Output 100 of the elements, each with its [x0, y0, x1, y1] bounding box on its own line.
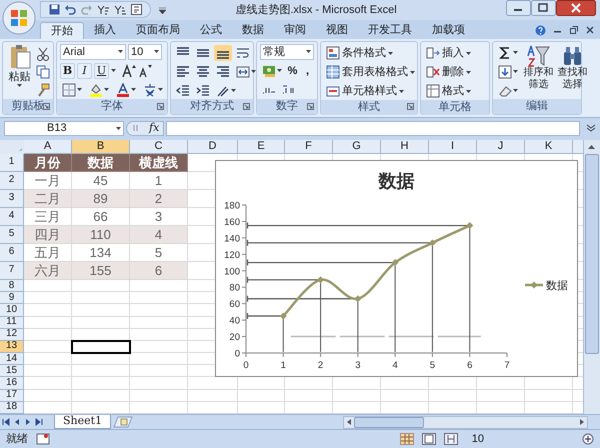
- ribbon-button[interactable]: 删除: [424, 64, 473, 81]
- ribbon-tab[interactable]: 审阅: [274, 22, 316, 39]
- save-icon[interactable]: [49, 4, 60, 16]
- bold-button[interactable]: B: [60, 62, 75, 79]
- dialog-launcher-icon[interactable]: [243, 102, 250, 110]
- row-header[interactable]: 2: [0, 172, 24, 190]
- row-header[interactable]: 7: [0, 262, 24, 280]
- ribbon-button[interactable]: 格式: [424, 82, 473, 100]
- column-header[interactable]: J: [477, 140, 525, 154]
- row-header[interactable]: 8: [0, 280, 24, 292]
- paste-button[interactable]: 粘贴: [6, 44, 33, 99]
- grow-font-icon[interactable]: [122, 64, 136, 78]
- row-header[interactable]: 14: [0, 353, 24, 366]
- autosum-icon[interactable]: [498, 46, 512, 60]
- row-header[interactable]: 16: [0, 377, 24, 390]
- macro-record-icon[interactable]: [36, 433, 50, 445]
- active-cell[interactable]: [72, 340, 130, 354]
- column-header[interactable]: A: [24, 140, 72, 154]
- maximize-button[interactable]: [531, 0, 556, 16]
- ribbon-tab[interactable]: 插入: [84, 22, 126, 39]
- row-header[interactable]: 18: [0, 402, 24, 414]
- restore-icon[interactable]: [570, 26, 578, 34]
- help-icon[interactable]: [535, 24, 546, 36]
- row-header[interactable]: 15: [0, 365, 24, 378]
- column-header[interactable]: H: [381, 140, 429, 154]
- copy-icon[interactable]: [36, 64, 50, 79]
- row-header[interactable]: 10: [0, 304, 24, 317]
- fill-icon[interactable]: [498, 64, 512, 79]
- name-box[interactable]: B13: [4, 120, 124, 136]
- row-header[interactable]: 4: [0, 208, 24, 226]
- ribbon-tab[interactable]: 开发工具: [358, 22, 422, 39]
- close-button[interactable]: [556, 0, 596, 16]
- ribbon-button[interactable]: 查找和选择: [557, 44, 588, 99]
- align-right-icon[interactable]: [216, 64, 230, 79]
- page-break-icon[interactable]: [444, 433, 458, 445]
- fill-color-icon[interactable]: [89, 82, 103, 97]
- column-header[interactable]: B: [72, 140, 130, 154]
- merge-cells-icon[interactable]: [236, 64, 250, 79]
- column-header[interactable]: F: [285, 140, 333, 154]
- increase-indent-icon[interactable]: [196, 84, 210, 98]
- minimize-button[interactable]: [506, 0, 531, 16]
- sheet-tab[interactable]: Sheet1: [54, 415, 112, 430]
- number-style-button[interactable]: %: [286, 62, 299, 79]
- sort-ascending-icon[interactable]: [97, 4, 109, 15]
- font-name-field[interactable]: Arial: [60, 44, 126, 60]
- scrollbar-thumb[interactable]: [585, 154, 599, 354]
- row-header[interactable]: 17: [0, 390, 24, 402]
- ribbon-button[interactable]: 单元格样式: [324, 82, 417, 100]
- format-painter-icon[interactable]: [36, 82, 50, 97]
- chart-area[interactable]: [215, 160, 578, 377]
- row-header[interactable]: 5: [0, 226, 24, 244]
- scissors-icon[interactable]: [36, 46, 50, 61]
- row-header[interactable]: 11: [0, 316, 24, 329]
- column-header[interactable]: I: [429, 140, 477, 154]
- underline-button[interactable]: U: [94, 62, 109, 79]
- row-header[interactable]: 1: [0, 154, 24, 172]
- ribbon-tab[interactable]: 加载项: [422, 22, 475, 39]
- column-header[interactable]: E: [238, 140, 285, 154]
- horizontal-scrollbar[interactable]: [343, 416, 588, 429]
- ribbon-tab[interactable]: 公式: [190, 22, 232, 39]
- ribbon-tab[interactable]: 视图: [316, 22, 358, 39]
- font-size-field[interactable]: 10: [128, 44, 162, 60]
- font-color-icon[interactable]: [116, 82, 130, 97]
- ribbon-button[interactable]: 套用表格格式: [324, 64, 417, 81]
- number-format-field[interactable]: 常规: [260, 44, 314, 60]
- undo-icon[interactable]: [65, 4, 76, 16]
- formula-field[interactable]: [166, 120, 580, 136]
- page-layout-icon[interactable]: [422, 433, 436, 445]
- sort-descending-icon[interactable]: [114, 4, 126, 15]
- normal-view-icon[interactable]: [400, 433, 414, 445]
- form-icon[interactable]: [131, 4, 142, 16]
- row-header[interactable]: 13: [0, 340, 24, 354]
- italic-button[interactable]: I: [77, 62, 92, 79]
- ribbon-button[interactable]: 插入: [424, 44, 473, 62]
- ribbon-button[interactable]: 排序和筛选: [523, 44, 554, 99]
- column-header[interactable]: G: [333, 140, 381, 154]
- borders-icon[interactable]: [62, 82, 76, 97]
- row-header[interactable]: 12: [0, 328, 24, 341]
- eraser-icon[interactable]: [498, 84, 512, 98]
- dialog-launcher-icon[interactable]: [407, 102, 414, 110]
- last-sheet-icon[interactable]: [34, 417, 44, 428]
- vertical-scrollbar[interactable]: [583, 140, 600, 414]
- ribbon-tab[interactable]: 页面布局: [126, 22, 190, 39]
- align-left-icon[interactable]: [176, 64, 190, 79]
- scrollbar-thumb[interactable]: [354, 416, 424, 428]
- shrink-font-icon[interactable]: [138, 64, 152, 78]
- ribbon-button[interactable]: 条件格式: [324, 44, 417, 62]
- column-header[interactable]: D: [188, 140, 238, 154]
- row-header[interactable]: 9: [0, 292, 24, 304]
- zoom-level[interactable]: 10: [472, 430, 484, 448]
- customize-caret-icon[interactable]: [159, 6, 166, 14]
- ribbon-tab[interactable]: 开始: [40, 22, 84, 39]
- decrease-indent-icon[interactable]: [176, 84, 190, 98]
- dialog-launcher-icon[interactable]: [307, 102, 314, 110]
- dialog-launcher-icon[interactable]: [157, 102, 164, 110]
- column-header[interactable]: K: [525, 140, 573, 154]
- dialog-launcher-icon[interactable]: [43, 102, 50, 110]
- phonetic-guide-icon[interactable]: [143, 82, 157, 97]
- row-header[interactable]: 6: [0, 244, 24, 262]
- zoom-in-icon[interactable]: [582, 433, 594, 445]
